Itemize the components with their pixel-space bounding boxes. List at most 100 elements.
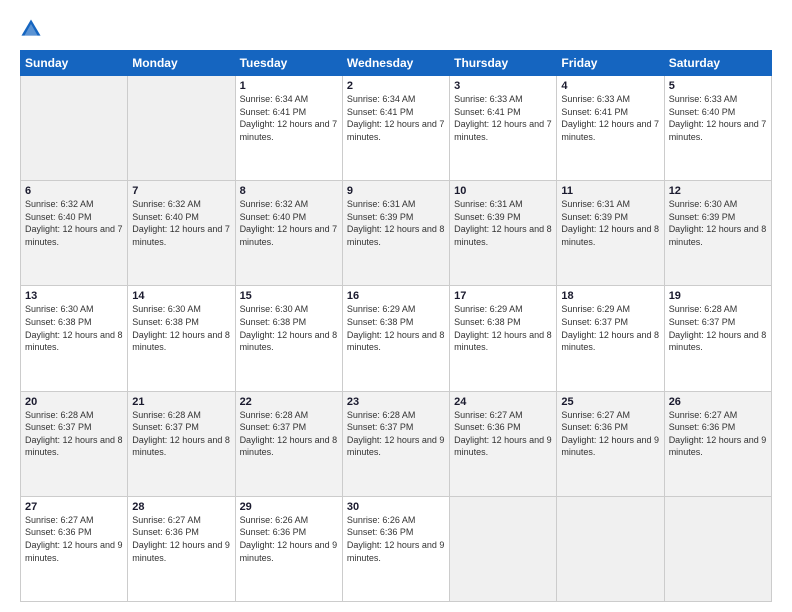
day-number: 25 bbox=[561, 396, 659, 408]
day-info: Sunrise: 6:33 AM Sunset: 6:40 PM Dayligh… bbox=[669, 93, 767, 143]
logo bbox=[20, 18, 46, 40]
calendar-week-row: 13Sunrise: 6:30 AM Sunset: 6:38 PM Dayli… bbox=[21, 286, 772, 391]
calendar-day-cell bbox=[450, 496, 557, 601]
day-info: Sunrise: 6:26 AM Sunset: 6:36 PM Dayligh… bbox=[240, 514, 338, 564]
calendar-day-cell: 4Sunrise: 6:33 AM Sunset: 6:41 PM Daylig… bbox=[557, 76, 664, 181]
header bbox=[20, 18, 772, 40]
calendar-day-header: Wednesday bbox=[342, 51, 449, 76]
day-info: Sunrise: 6:27 AM Sunset: 6:36 PM Dayligh… bbox=[132, 514, 230, 564]
page: SundayMondayTuesdayWednesdayThursdayFrid… bbox=[0, 0, 792, 612]
day-info: Sunrise: 6:28 AM Sunset: 6:37 PM Dayligh… bbox=[132, 409, 230, 459]
day-info: Sunrise: 6:32 AM Sunset: 6:40 PM Dayligh… bbox=[25, 198, 123, 248]
calendar-day-cell: 23Sunrise: 6:28 AM Sunset: 6:37 PM Dayli… bbox=[342, 391, 449, 496]
day-info: Sunrise: 6:29 AM Sunset: 6:37 PM Dayligh… bbox=[561, 303, 659, 353]
calendar-day-cell: 15Sunrise: 6:30 AM Sunset: 6:38 PM Dayli… bbox=[235, 286, 342, 391]
day-number: 5 bbox=[669, 80, 767, 92]
calendar-day-cell bbox=[21, 76, 128, 181]
calendar-day-cell bbox=[557, 496, 664, 601]
day-number: 30 bbox=[347, 501, 445, 513]
calendar-header-row: SundayMondayTuesdayWednesdayThursdayFrid… bbox=[21, 51, 772, 76]
calendar-day-header: Thursday bbox=[450, 51, 557, 76]
day-number: 20 bbox=[25, 396, 123, 408]
day-number: 16 bbox=[347, 290, 445, 302]
day-number: 2 bbox=[347, 80, 445, 92]
day-number: 11 bbox=[561, 185, 659, 197]
day-info: Sunrise: 6:29 AM Sunset: 6:38 PM Dayligh… bbox=[454, 303, 552, 353]
day-info: Sunrise: 6:28 AM Sunset: 6:37 PM Dayligh… bbox=[240, 409, 338, 459]
calendar-day-cell: 22Sunrise: 6:28 AM Sunset: 6:37 PM Dayli… bbox=[235, 391, 342, 496]
calendar-day-cell: 7Sunrise: 6:32 AM Sunset: 6:40 PM Daylig… bbox=[128, 181, 235, 286]
calendar-day-cell: 10Sunrise: 6:31 AM Sunset: 6:39 PM Dayli… bbox=[450, 181, 557, 286]
calendar-day-cell: 2Sunrise: 6:34 AM Sunset: 6:41 PM Daylig… bbox=[342, 76, 449, 181]
calendar-day-header: Friday bbox=[557, 51, 664, 76]
calendar-day-cell: 8Sunrise: 6:32 AM Sunset: 6:40 PM Daylig… bbox=[235, 181, 342, 286]
day-info: Sunrise: 6:31 AM Sunset: 6:39 PM Dayligh… bbox=[347, 198, 445, 248]
day-info: Sunrise: 6:30 AM Sunset: 6:38 PM Dayligh… bbox=[132, 303, 230, 353]
calendar-week-row: 1Sunrise: 6:34 AM Sunset: 6:41 PM Daylig… bbox=[21, 76, 772, 181]
calendar-week-row: 20Sunrise: 6:28 AM Sunset: 6:37 PM Dayli… bbox=[21, 391, 772, 496]
calendar-day-cell: 27Sunrise: 6:27 AM Sunset: 6:36 PM Dayli… bbox=[21, 496, 128, 601]
day-number: 24 bbox=[454, 396, 552, 408]
day-info: Sunrise: 6:28 AM Sunset: 6:37 PM Dayligh… bbox=[25, 409, 123, 459]
day-number: 27 bbox=[25, 501, 123, 513]
calendar-day-cell: 29Sunrise: 6:26 AM Sunset: 6:36 PM Dayli… bbox=[235, 496, 342, 601]
day-info: Sunrise: 6:31 AM Sunset: 6:39 PM Dayligh… bbox=[454, 198, 552, 248]
day-info: Sunrise: 6:31 AM Sunset: 6:39 PM Dayligh… bbox=[561, 198, 659, 248]
calendar-day-cell: 21Sunrise: 6:28 AM Sunset: 6:37 PM Dayli… bbox=[128, 391, 235, 496]
calendar-day-cell: 12Sunrise: 6:30 AM Sunset: 6:39 PM Dayli… bbox=[664, 181, 771, 286]
day-number: 10 bbox=[454, 185, 552, 197]
day-number: 14 bbox=[132, 290, 230, 302]
day-info: Sunrise: 6:26 AM Sunset: 6:36 PM Dayligh… bbox=[347, 514, 445, 564]
calendar-day-cell: 17Sunrise: 6:29 AM Sunset: 6:38 PM Dayli… bbox=[450, 286, 557, 391]
day-number: 28 bbox=[132, 501, 230, 513]
calendar-day-header: Saturday bbox=[664, 51, 771, 76]
calendar-day-cell: 1Sunrise: 6:34 AM Sunset: 6:41 PM Daylig… bbox=[235, 76, 342, 181]
calendar-day-cell: 20Sunrise: 6:28 AM Sunset: 6:37 PM Dayli… bbox=[21, 391, 128, 496]
calendar-day-cell: 25Sunrise: 6:27 AM Sunset: 6:36 PM Dayli… bbox=[557, 391, 664, 496]
day-number: 3 bbox=[454, 80, 552, 92]
day-number: 15 bbox=[240, 290, 338, 302]
day-info: Sunrise: 6:28 AM Sunset: 6:37 PM Dayligh… bbox=[669, 303, 767, 353]
day-number: 4 bbox=[561, 80, 659, 92]
calendar-day-cell bbox=[128, 76, 235, 181]
day-info: Sunrise: 6:30 AM Sunset: 6:38 PM Dayligh… bbox=[240, 303, 338, 353]
day-number: 8 bbox=[240, 185, 338, 197]
day-info: Sunrise: 6:29 AM Sunset: 6:38 PM Dayligh… bbox=[347, 303, 445, 353]
day-info: Sunrise: 6:28 AM Sunset: 6:37 PM Dayligh… bbox=[347, 409, 445, 459]
day-number: 7 bbox=[132, 185, 230, 197]
day-info: Sunrise: 6:32 AM Sunset: 6:40 PM Dayligh… bbox=[240, 198, 338, 248]
calendar-day-cell: 18Sunrise: 6:29 AM Sunset: 6:37 PM Dayli… bbox=[557, 286, 664, 391]
day-info: Sunrise: 6:27 AM Sunset: 6:36 PM Dayligh… bbox=[25, 514, 123, 564]
day-info: Sunrise: 6:33 AM Sunset: 6:41 PM Dayligh… bbox=[561, 93, 659, 143]
day-number: 26 bbox=[669, 396, 767, 408]
calendar-day-cell: 9Sunrise: 6:31 AM Sunset: 6:39 PM Daylig… bbox=[342, 181, 449, 286]
calendar-day-header: Tuesday bbox=[235, 51, 342, 76]
calendar-week-row: 6Sunrise: 6:32 AM Sunset: 6:40 PM Daylig… bbox=[21, 181, 772, 286]
calendar-day-header: Sunday bbox=[21, 51, 128, 76]
day-number: 6 bbox=[25, 185, 123, 197]
calendar-day-cell: 5Sunrise: 6:33 AM Sunset: 6:40 PM Daylig… bbox=[664, 76, 771, 181]
calendar-day-cell: 11Sunrise: 6:31 AM Sunset: 6:39 PM Dayli… bbox=[557, 181, 664, 286]
calendar-day-cell: 28Sunrise: 6:27 AM Sunset: 6:36 PM Dayli… bbox=[128, 496, 235, 601]
calendar-day-cell: 14Sunrise: 6:30 AM Sunset: 6:38 PM Dayli… bbox=[128, 286, 235, 391]
calendar-day-cell: 30Sunrise: 6:26 AM Sunset: 6:36 PM Dayli… bbox=[342, 496, 449, 601]
calendar-day-cell bbox=[664, 496, 771, 601]
day-info: Sunrise: 6:27 AM Sunset: 6:36 PM Dayligh… bbox=[454, 409, 552, 459]
day-info: Sunrise: 6:34 AM Sunset: 6:41 PM Dayligh… bbox=[240, 93, 338, 143]
calendar-day-cell: 13Sunrise: 6:30 AM Sunset: 6:38 PM Dayli… bbox=[21, 286, 128, 391]
logo-icon bbox=[20, 18, 42, 40]
day-number: 19 bbox=[669, 290, 767, 302]
day-number: 13 bbox=[25, 290, 123, 302]
day-number: 12 bbox=[669, 185, 767, 197]
day-number: 22 bbox=[240, 396, 338, 408]
calendar-day-cell: 6Sunrise: 6:32 AM Sunset: 6:40 PM Daylig… bbox=[21, 181, 128, 286]
day-number: 29 bbox=[240, 501, 338, 513]
calendar-day-cell: 3Sunrise: 6:33 AM Sunset: 6:41 PM Daylig… bbox=[450, 76, 557, 181]
calendar-week-row: 27Sunrise: 6:27 AM Sunset: 6:36 PM Dayli… bbox=[21, 496, 772, 601]
calendar-day-cell: 26Sunrise: 6:27 AM Sunset: 6:36 PM Dayli… bbox=[664, 391, 771, 496]
day-info: Sunrise: 6:30 AM Sunset: 6:39 PM Dayligh… bbox=[669, 198, 767, 248]
day-info: Sunrise: 6:30 AM Sunset: 6:38 PM Dayligh… bbox=[25, 303, 123, 353]
day-info: Sunrise: 6:33 AM Sunset: 6:41 PM Dayligh… bbox=[454, 93, 552, 143]
day-info: Sunrise: 6:27 AM Sunset: 6:36 PM Dayligh… bbox=[561, 409, 659, 459]
day-number: 18 bbox=[561, 290, 659, 302]
